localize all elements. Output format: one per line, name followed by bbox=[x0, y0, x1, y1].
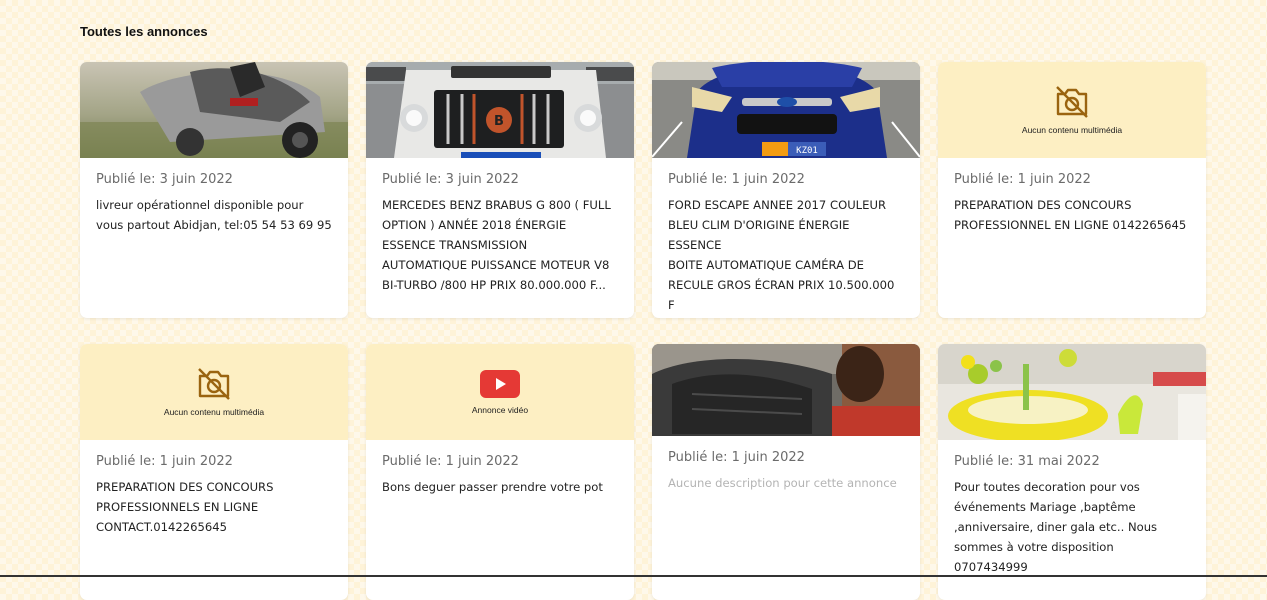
section-title: Toutes les annonces bbox=[80, 24, 208, 39]
camera-off-icon bbox=[1056, 86, 1088, 118]
listing-photo-decoration bbox=[938, 344, 1206, 440]
listing-description: Bons deguer passer prendre votre pot bbox=[382, 480, 603, 494]
publish-date: Publié le: 1 juin 2022 bbox=[668, 450, 805, 465]
listing-photo-mercedes: B bbox=[366, 62, 634, 158]
camera-off-icon bbox=[198, 368, 230, 400]
listing-card[interactable]: Publié le: 31 mai 2022 Pour toutes decor… bbox=[938, 344, 1206, 600]
listing-description: Aucune description pour cette annonce bbox=[668, 476, 897, 490]
svg-text:B: B bbox=[494, 114, 504, 129]
no-media-label: Aucun contenu multimédia bbox=[1021, 125, 1123, 135]
play-icon[interactable] bbox=[479, 369, 521, 399]
listing-description: PREPARATION DES CONCOURS PROFESSIONNELS … bbox=[96, 480, 274, 534]
license-plate-text: KZ01 bbox=[796, 146, 818, 156]
publish-date: Publié le: 3 juin 2022 bbox=[96, 172, 233, 187]
listing-description: FORD ESCAPE ANNEE 2017 COULEUR BLEU CLIM… bbox=[668, 198, 895, 312]
video-placeholder[interactable]: Annonce vidéo bbox=[366, 344, 634, 440]
no-media-placeholder: Aucun contenu multimédia bbox=[938, 62, 1206, 158]
publish-date: Publié le: 1 juin 2022 bbox=[96, 454, 233, 469]
listing-card[interactable]: Aucun contenu multimédia Publié le: 1 ju… bbox=[80, 344, 348, 600]
publish-date: Publié le: 1 juin 2022 bbox=[668, 172, 805, 187]
listing-card[interactable]: Publié le: 1 juin 2022 Aucune descriptio… bbox=[652, 344, 920, 600]
publish-date: Publié le: 1 juin 2022 bbox=[954, 172, 1091, 187]
no-media-label: Aucun contenu multimédia bbox=[163, 407, 265, 417]
listing-card[interactable]: B Publié le: 3 juin 2022 MERCEDES BENZ B… bbox=[366, 62, 634, 318]
listing-photo-ford: KZ01 bbox=[652, 62, 920, 158]
publish-date: Publié le: 1 juin 2022 bbox=[382, 454, 519, 469]
listing-card[interactable]: Publié le: 3 juin 2022 livreur opération… bbox=[80, 62, 348, 318]
video-label: Annonce vidéo bbox=[471, 405, 529, 415]
listing-description: Pour toutes decoration pour vos événemen… bbox=[954, 480, 1158, 574]
listing-photo-sofa bbox=[652, 344, 920, 436]
listing-card[interactable]: Annonce vidéo Publié le: 1 juin 2022 Bon… bbox=[366, 344, 634, 600]
publish-date: Publié le: 31 mai 2022 bbox=[954, 454, 1100, 469]
listing-card[interactable]: Aucun contenu multimédia Publié le: 1 ju… bbox=[938, 62, 1206, 318]
listing-description: PREPARATION DES CONCOURS PROFESSIONNEL E… bbox=[954, 198, 1187, 232]
listing-description: MERCEDES BENZ BRABUS G 800 ( FULL OPTION… bbox=[382, 198, 611, 292]
listing-photo-motorcycle bbox=[80, 62, 348, 158]
listing-card[interactable]: KZ01 Publié le: 1 juin 2022 FORD ESCAPE … bbox=[652, 62, 920, 318]
publish-date: Publié le: 3 juin 2022 bbox=[382, 172, 519, 187]
listing-description: livreur opérationnel disponible pour vou… bbox=[96, 198, 332, 232]
no-media-placeholder: Aucun contenu multimédia bbox=[80, 344, 348, 440]
